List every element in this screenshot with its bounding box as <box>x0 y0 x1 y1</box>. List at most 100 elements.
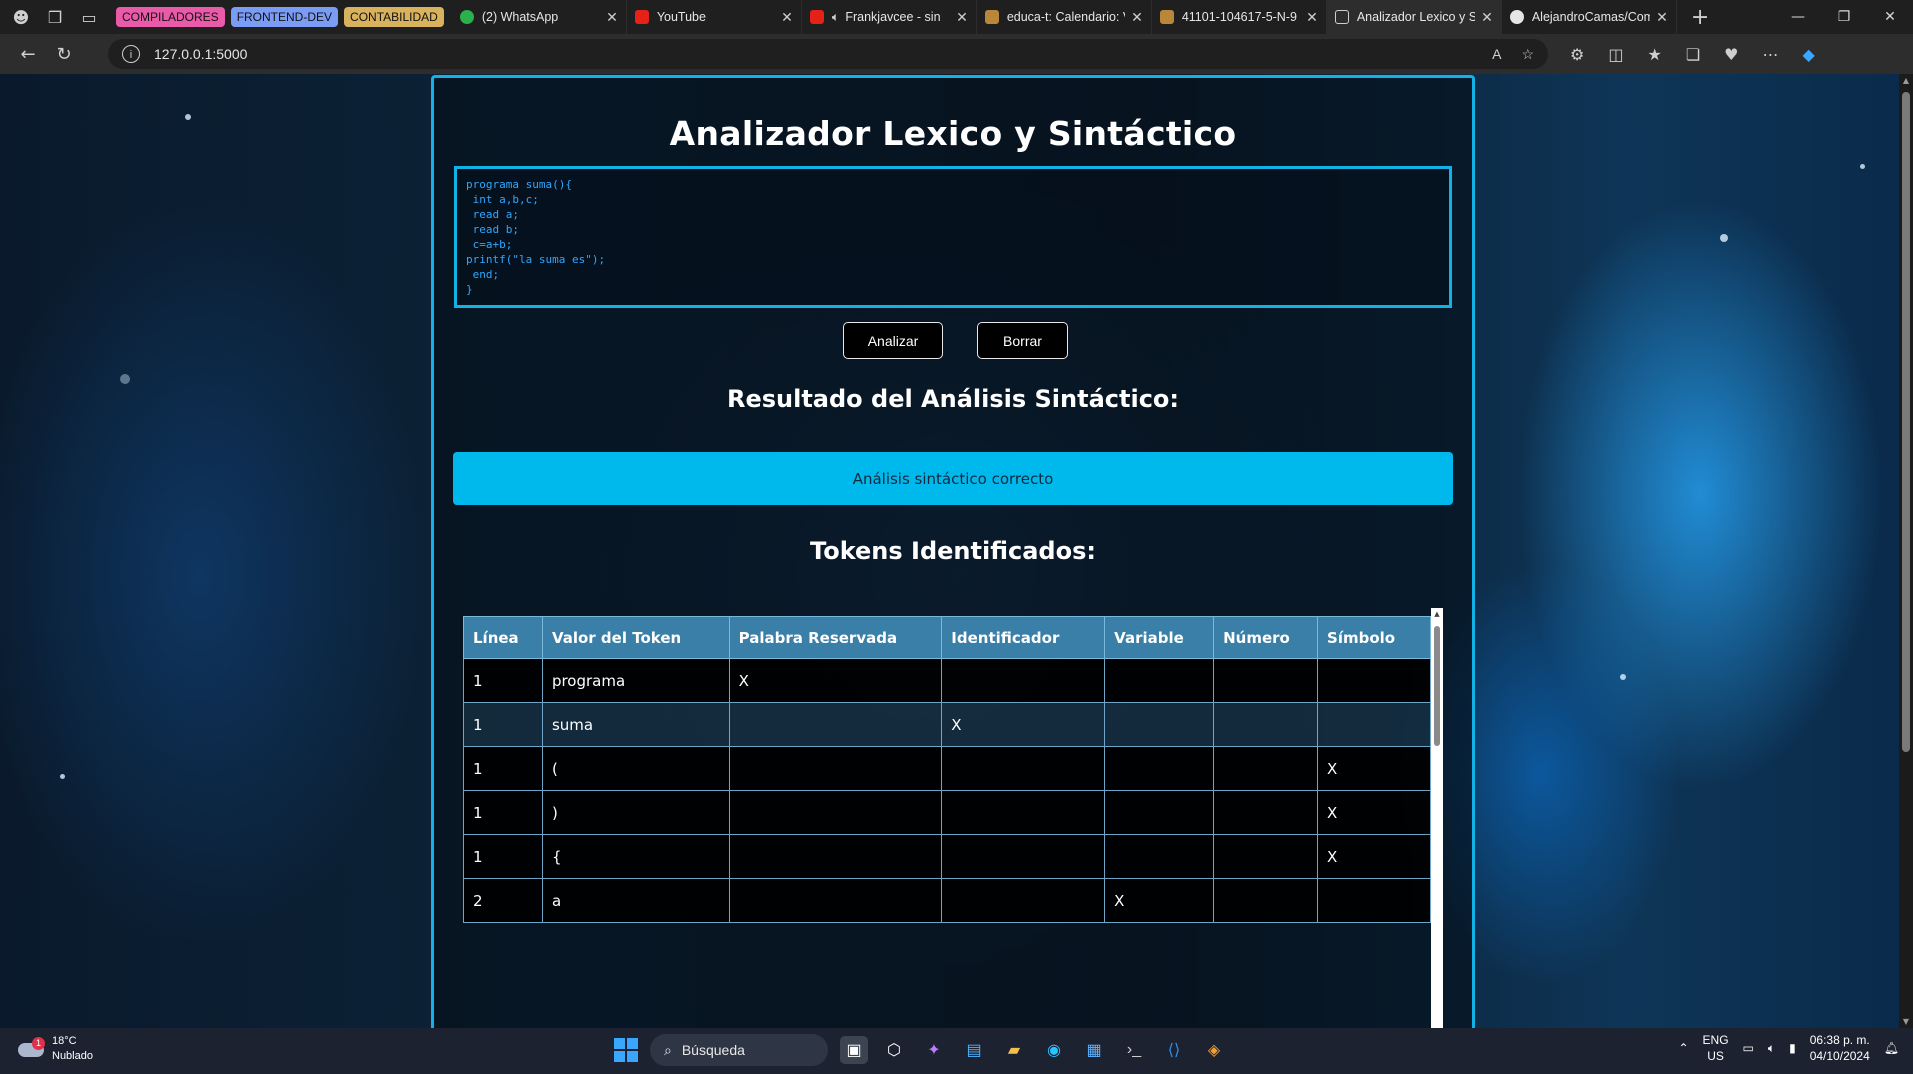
copilot-icon[interactable]: ◆ <box>1803 45 1815 64</box>
page-scroll-thumb[interactable] <box>1902 92 1910 752</box>
tab-actions-icon[interactable]: ▭ <box>76 4 102 30</box>
table-cell <box>1213 658 1319 703</box>
minimize-icon[interactable]: — <box>1775 9 1821 25</box>
table-scroll-thumb[interactable] <box>1434 626 1440 746</box>
favorites-icon[interactable]: ★ <box>1647 45 1661 64</box>
youtube-icon <box>809 10 824 24</box>
back-icon[interactable]: ← <box>10 44 46 65</box>
scroll-down-arrow-icon[interactable]: ▼ <box>1899 1017 1913 1026</box>
close-icon[interactable]: ✕ <box>1131 9 1143 26</box>
snow-flake <box>60 774 65 779</box>
collections-icon[interactable]: ❏ <box>1686 45 1700 64</box>
table-cell <box>1317 878 1431 923</box>
edge-browser-icon[interactable]: ◉ <box>1040 1036 1068 1064</box>
table-cell: X <box>1104 878 1215 923</box>
tab-41101[interactable]: 41101-104617-5-N-9 ✕ <box>1152 0 1327 34</box>
lang-region: US <box>1707 1049 1724 1063</box>
taskbar-search[interactable]: ⌕ Búsqueda <box>650 1034 828 1066</box>
url-text[interactable]: 127.0.0.1:5000 <box>154 46 247 62</box>
table-scrollbar[interactable]: ▲ <box>1431 608 1443 1028</box>
weather-widget[interactable]: 1 18°C Nublado <box>16 1034 93 1064</box>
refresh-icon[interactable]: ↻ <box>46 44 82 65</box>
tokens-table: Línea Valor del Token Palabra Reservada … <box>463 616 1431 923</box>
table-cell <box>1213 790 1319 835</box>
new-tab-icon[interactable]: + <box>1691 5 1709 30</box>
table-cell <box>1213 878 1319 923</box>
volume-icon[interactable]: 🔈︎ <box>1768 1041 1775 1056</box>
tab-analizador[interactable]: Analizador Lexico y Si ✕ <box>1326 0 1502 34</box>
battery-icon[interactable]: ▮ <box>1789 1041 1796 1055</box>
code-input[interactable]: programa suma(){ int a,b,c; read a; read… <box>454 166 1452 308</box>
split-screen-icon[interactable]: ◫ <box>1608 45 1623 64</box>
tab-whatsapp[interactable]: (2) WhatsApp ✕ <box>452 0 627 34</box>
terminal-icon[interactable]: ›_ <box>1120 1036 1148 1064</box>
table-cell <box>1104 702 1215 747</box>
vscode-icon[interactable]: ⟨⟩ <box>1160 1036 1188 1064</box>
page-title: Analizador Lexico y Sintáctico <box>669 114 1237 153</box>
search-icon: ⌕ <box>664 1041 672 1058</box>
tab-github[interactable]: AlejandroCamas/Com ✕ <box>1502 0 1677 34</box>
header-identificador: Identificador <box>941 616 1106 659</box>
favorite-star-icon[interactable]: ☆ <box>1521 46 1534 63</box>
chevron-up-icon[interactable]: ⌃ <box>1678 1041 1688 1055</box>
site-info-icon[interactable]: i <box>122 45 140 63</box>
tab-group-compiladores[interactable]: COMPILADORES <box>116 7 225 27</box>
file-explorer-icon[interactable]: ▰ <box>1000 1036 1028 1064</box>
clock[interactable]: 06:38 p. m. 04/10/2024 <box>1810 1032 1870 1064</box>
close-icon[interactable]: ✕ <box>1481 9 1493 26</box>
table-cell <box>728 702 943 747</box>
tab-youtube[interactable]: YouTube ✕ <box>627 0 802 34</box>
tab-group-frontend-dev[interactable]: FRONTEND-DEV <box>230 7 339 27</box>
profile-avatar-icon[interactable]: ☻ <box>8 4 34 30</box>
analyzer-card: Analizador Lexico y Sintáctico programa … <box>431 75 1475 1028</box>
table-cell <box>1317 658 1431 703</box>
notepad-icon[interactable]: ▦ <box>1080 1036 1108 1064</box>
table-cell: suma <box>541 702 730 747</box>
table-row: 1 suma X <box>463 702 1431 747</box>
task-view-icon[interactable]: ▣ <box>840 1036 868 1064</box>
language-indicator[interactable]: ENG US <box>1703 1032 1729 1064</box>
table-cell: X <box>1317 746 1431 791</box>
read-aloud-icon[interactable]: A <box>1492 46 1501 63</box>
header-valor-token: Valor del Token <box>541 616 730 659</box>
more-menu-icon[interactable]: ⋯ <box>1763 45 1779 64</box>
table-cell: ) <box>541 790 730 835</box>
git-icon[interactable]: ◈ <box>1200 1036 1228 1064</box>
extensions-icon[interactable]: ⚙ <box>1570 45 1584 64</box>
windows-start-icon[interactable] <box>614 1038 638 1062</box>
table-cell: ( <box>541 746 730 791</box>
close-icon[interactable]: ✕ <box>781 9 793 26</box>
youtube-icon <box>634 10 649 24</box>
notifications-icon[interactable]: 🔔︎ <box>1884 1041 1899 1055</box>
analyze-button[interactable]: Analizar <box>843 322 943 359</box>
scroll-up-arrow-icon[interactable]: ▲ <box>1899 76 1913 85</box>
header-linea: Línea <box>463 616 543 659</box>
copilot-app-icon[interactable]: ✦ <box>920 1036 948 1064</box>
app-icon[interactable]: ⬡ <box>880 1036 908 1064</box>
tab-frankjavcee[interactable]: 🔈︎ Frankjavcee - sin ✕ <box>802 0 977 34</box>
clear-button[interactable]: Borrar <box>977 322 1068 359</box>
close-icon[interactable]: ✕ <box>606 9 618 26</box>
close-icon[interactable]: ✕ <box>1306 9 1318 26</box>
browser-essentials-icon[interactable]: ♥ <box>1724 45 1738 64</box>
speaker-icon[interactable]: 🔈︎ <box>832 10 840 25</box>
close-window-icon[interactable]: ✕ <box>1867 9 1913 25</box>
close-icon[interactable]: ✕ <box>1656 9 1668 26</box>
address-bar[interactable]: i 127.0.0.1:5000 A ☆ <box>108 39 1548 69</box>
store-icon[interactable]: ▤ <box>960 1036 988 1064</box>
table-cell <box>728 878 943 923</box>
scroll-up-arrow-icon[interactable]: ▲ <box>1431 610 1443 618</box>
close-icon[interactable]: ✕ <box>956 9 968 26</box>
table-row: 1 ) X <box>463 790 1431 835</box>
tab-group-contabilidad[interactable]: CONTABILIDAD <box>344 7 444 27</box>
tab-educa-calendario[interactable]: educa-t: Calendario: V ✕ <box>977 0 1152 34</box>
snow-flake <box>1860 164 1865 169</box>
workspaces-icon[interactable]: ❒ <box>42 4 68 30</box>
table-cell <box>728 834 943 879</box>
table-cell: X <box>1317 790 1431 835</box>
table-cell <box>728 746 943 791</box>
page-scrollbar[interactable]: ▲ ▼ <box>1899 74 1913 1028</box>
restore-icon[interactable]: ❐ <box>1821 9 1867 25</box>
table-cell <box>1104 746 1215 791</box>
network-icon[interactable]: ▭ <box>1743 1041 1754 1055</box>
